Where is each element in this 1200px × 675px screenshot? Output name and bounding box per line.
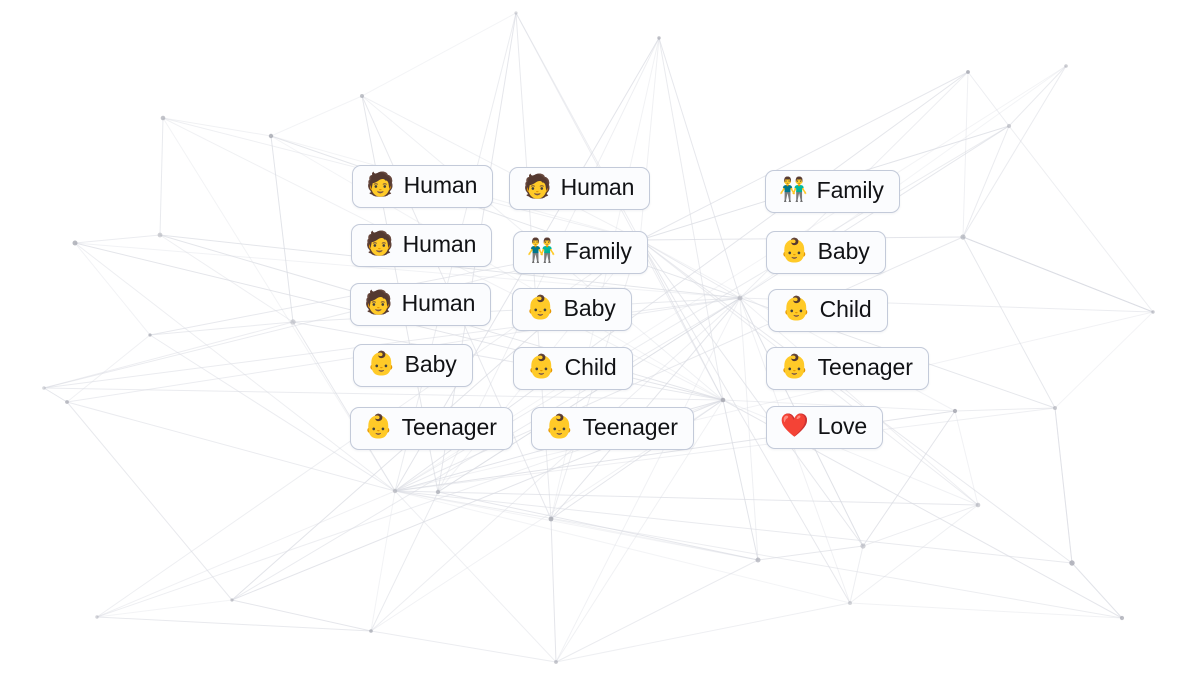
item-card-baby[interactable]: 👶 Baby [766, 231, 886, 274]
item-card-label: Child [819, 296, 872, 322]
item-card-human[interactable]: 🧑 Human [351, 224, 493, 267]
item-card-label: Love [817, 413, 868, 439]
baby-face-emoji: 👶 [780, 238, 809, 265]
item-card-label: Family [816, 177, 884, 203]
item-card-label: Child [564, 354, 617, 380]
baby-face-emoji: 👶 [526, 295, 555, 322]
baby-face-emoji: 👶 [364, 414, 393, 441]
item-card-human[interactable]: 🧑 Human [352, 165, 494, 208]
adult-face-emoji: 🧑 [364, 290, 393, 317]
item-card-teenager[interactable]: 👶 Teenager [766, 347, 929, 390]
item-card-label: Human [403, 172, 478, 198]
red-heart-emoji: ❤️ [780, 413, 809, 440]
item-card-label: Baby [563, 295, 616, 321]
item-card-layer: 🧑 Human 🧑 Human 👬 Family 🧑 Human 👬 Family 👶 Baby 🧑 Hu… [0, 0, 1200, 675]
item-card-human[interactable]: 🧑 Human [509, 167, 651, 210]
family-emoji: 👬 [527, 238, 556, 265]
item-card-baby[interactable]: 👶 Baby [353, 344, 473, 387]
baby-face-emoji: 👶 [782, 296, 811, 323]
baby-face-emoji: 👶 [527, 354, 556, 381]
item-card-label: Teenager [582, 414, 678, 440]
adult-face-emoji: 🧑 [523, 174, 552, 201]
family-emoji: 👬 [779, 177, 808, 204]
item-card-label: Human [560, 174, 635, 200]
item-card-family[interactable]: 👬 Family [765, 170, 900, 213]
item-card-family[interactable]: 👬 Family [513, 231, 648, 274]
adult-face-emoji: 🧑 [366, 172, 395, 199]
item-card-baby[interactable]: 👶 Baby [512, 288, 632, 331]
item-card-love[interactable]: ❤️ Love [766, 406, 884, 449]
item-card-child[interactable]: 👶 Child [768, 289, 888, 332]
item-card-label: Baby [404, 351, 457, 377]
item-card-child[interactable]: 👶 Child [513, 347, 633, 390]
item-card-label: Family [564, 238, 632, 264]
item-card-label: Teenager [817, 354, 913, 380]
adult-face-emoji: 🧑 [365, 231, 394, 258]
baby-face-emoji: 👶 [780, 354, 809, 381]
item-card-label: Teenager [401, 414, 497, 440]
item-card-teenager[interactable]: 👶 Teenager [531, 407, 694, 450]
item-card-label: Human [401, 290, 476, 316]
baby-face-emoji: 👶 [367, 351, 396, 378]
item-card-label: Human [402, 231, 477, 257]
item-card-teenager[interactable]: 👶 Teenager [350, 407, 513, 450]
baby-face-emoji: 👶 [545, 414, 574, 441]
item-card-human[interactable]: 🧑 Human [350, 283, 492, 326]
item-card-label: Baby [817, 238, 870, 264]
